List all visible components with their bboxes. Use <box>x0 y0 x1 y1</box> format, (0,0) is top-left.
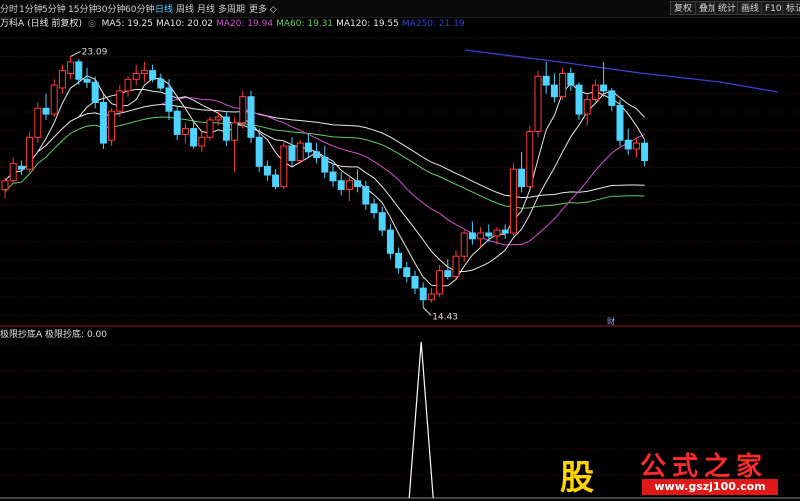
candle-body <box>485 232 493 237</box>
candle-body <box>116 90 124 112</box>
candle-body <box>477 232 485 240</box>
indicator-legend-item: 极限抄底: 0.00 <box>45 330 107 340</box>
candle-body <box>600 84 608 92</box>
candle-body <box>263 165 271 176</box>
candle-body <box>419 287 427 301</box>
candle-body <box>444 270 452 278</box>
candle-body <box>149 70 157 80</box>
candle-body <box>181 128 189 135</box>
candle-body <box>567 73 575 86</box>
candle-body <box>452 255 460 278</box>
indicator-title: 极限抄底A <box>0 330 43 340</box>
candle-body <box>42 107 50 115</box>
high-marker <box>70 50 81 57</box>
candle-body <box>575 84 583 115</box>
candle-body <box>624 139 632 150</box>
candle-body <box>1 180 9 191</box>
candle-body <box>616 104 624 141</box>
candle-body <box>67 61 75 75</box>
candle-body <box>362 186 370 205</box>
candle-body <box>255 136 263 167</box>
candle-body <box>99 102 107 144</box>
candle-body <box>140 70 148 74</box>
candle-body <box>272 174 280 188</box>
low-label: 14.43 <box>432 313 458 323</box>
candle-body <box>58 70 66 89</box>
candle-body <box>501 229 509 234</box>
candle-body <box>206 119 214 138</box>
candle-body <box>559 73 567 98</box>
candle-body <box>34 107 42 138</box>
candlestick-chart: 23.09 14.43 财 <box>0 37 800 499</box>
candle-body <box>591 84 599 101</box>
candle-body <box>460 232 468 257</box>
candle-body <box>83 78 91 83</box>
candle-body <box>337 180 345 191</box>
candle-body <box>632 142 640 150</box>
indicator-legend: 极限抄底A 极限抄底: 0.00 <box>0 329 107 341</box>
high-label: 23.09 <box>82 47 108 57</box>
candle-body <box>386 229 394 254</box>
watermark-logo: 股 <box>560 458 594 498</box>
candle-body <box>190 128 198 147</box>
candle-body <box>493 229 501 237</box>
candle-body <box>526 131 534 188</box>
indicator-items: 极限抄底: 0.00 <box>45 330 107 340</box>
low-marker <box>422 307 432 316</box>
candle-body <box>641 142 649 162</box>
candle-body <box>354 180 362 188</box>
candle-body <box>583 99 591 115</box>
candle-body <box>239 96 247 124</box>
candle-body <box>395 252 403 269</box>
candle-body <box>345 180 353 191</box>
candle-body <box>108 110 116 141</box>
candle-body <box>173 110 181 135</box>
candle-body <box>165 87 173 112</box>
candle-body <box>50 84 58 115</box>
candle-body <box>329 171 337 182</box>
candle-body <box>296 142 304 162</box>
candle-body <box>288 145 296 161</box>
candle-body <box>550 84 558 98</box>
chart-window: 分时 1分钟 5分钟 15分钟 30分钟 60分钟 日线 周线 月线 多周期 更多 ◇ 复权 叠加 统计… <box>0 0 800 501</box>
watermark-url: www.gszj100.com <box>642 479 778 495</box>
candle-body <box>313 151 321 159</box>
watermark-name: 公式之家 <box>640 452 769 482</box>
candle-body <box>280 145 288 188</box>
candle-body <box>75 61 83 80</box>
candle-body <box>608 90 616 106</box>
candle-body <box>436 270 444 295</box>
candle-body <box>157 78 165 89</box>
candle-body <box>304 142 312 153</box>
candle-body <box>509 168 517 234</box>
candle-body <box>198 136 206 147</box>
candle-body <box>321 157 329 173</box>
candle-body <box>17 165 25 170</box>
candle-body <box>9 162 17 182</box>
candle-body <box>427 293 435 301</box>
candle-body <box>468 232 476 240</box>
candle-body <box>518 168 526 188</box>
candle-body <box>222 116 230 141</box>
candle-body <box>26 136 34 170</box>
candle-body <box>403 267 411 277</box>
candle-body <box>124 78 132 92</box>
candle-body <box>370 203 378 214</box>
candle-body <box>132 73 140 80</box>
candle-body <box>542 75 550 86</box>
candle-body <box>214 116 222 121</box>
candle-body <box>534 75 542 132</box>
candle-body <box>378 212 386 231</box>
candle-body <box>231 122 239 141</box>
finance-marker: 财 <box>607 316 615 326</box>
candle-body <box>91 81 99 103</box>
candle-body <box>411 276 419 289</box>
candle-body <box>247 96 255 138</box>
